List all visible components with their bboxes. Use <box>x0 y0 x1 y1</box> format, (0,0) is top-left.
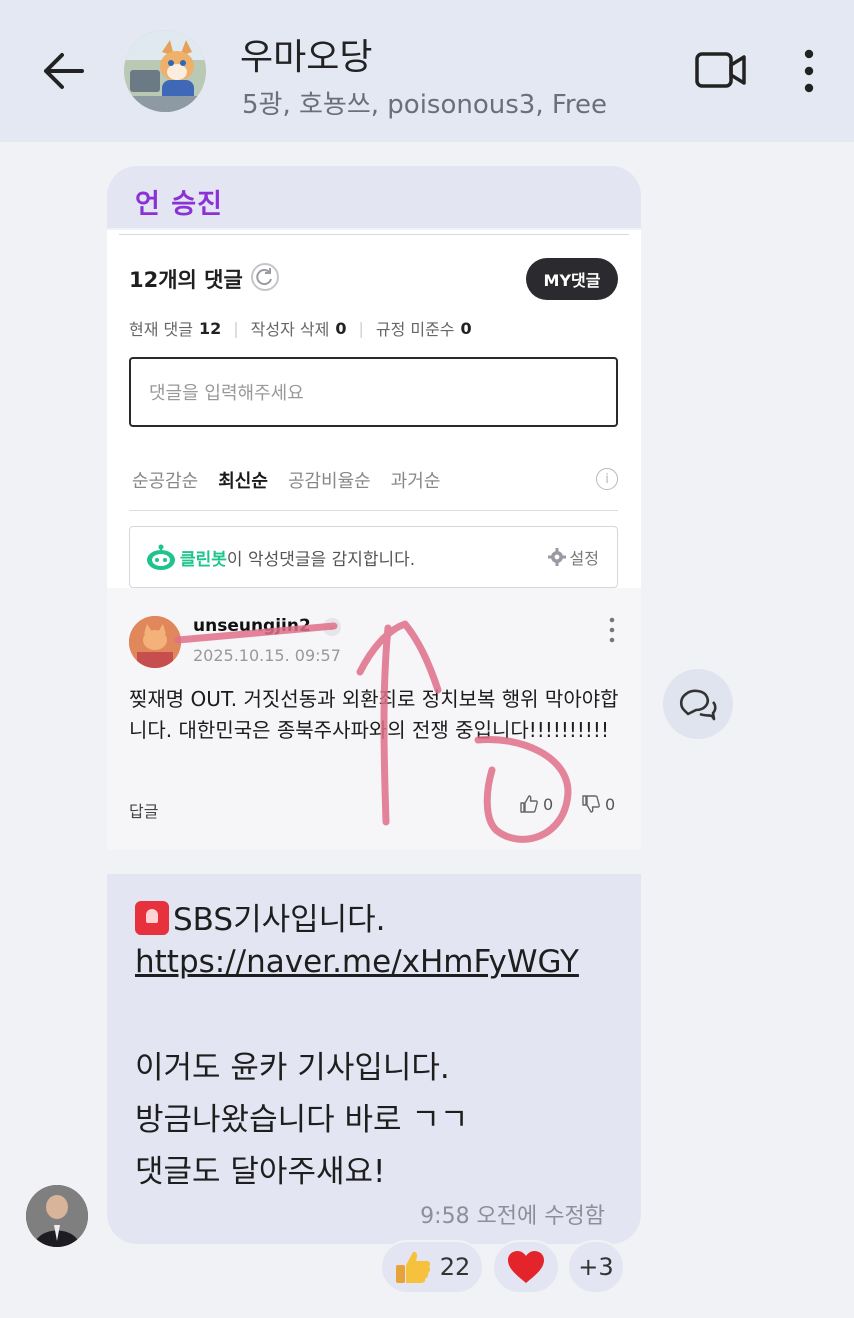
shared-comment-screenshot[interactable]: 12개의 댓글 MY댓글 현재 댓글 12 | 작성자 삭제 0 | 규정 미준… <box>107 230 641 850</box>
sender-name[interactable]: 언 승진 <box>135 182 223 221</box>
sender-avatar[interactable] <box>26 1185 88 1247</box>
more-vertical-icon <box>609 617 615 643</box>
more-reactions-button[interactable]: +3 <box>567 1240 625 1294</box>
info-icon: i <box>596 468 618 490</box>
message-line-1: SBS기사입니다. <box>135 894 386 939</box>
sort-tab: 공감비율순 <box>287 471 371 492</box>
thumbs-down-icon <box>582 795 600 813</box>
comment-text: 찢재명 OUT. 거짓선동과 외환죄로 정치보복 행위 막아야합니다. 대한민국… <box>129 687 619 742</box>
chat-title: 우마오당 <box>240 37 373 78</box>
comment-input: 댓글을 입력해주세요 <box>129 357 618 427</box>
gear-icon <box>547 548 566 566</box>
sort-tab-active: 최신순 <box>218 471 268 492</box>
comment-stats: 현재 댓글 12 | 작성자 삭제 0 | 규정 미준수 0 <box>129 318 472 340</box>
video-call-button[interactable] <box>694 48 748 92</box>
commenter-username: unseungjin2 <box>193 616 311 636</box>
comment-count: 12개의 댓글 <box>129 268 243 292</box>
more-options-button[interactable] <box>796 46 822 96</box>
cleanbot-robot-icon <box>147 544 175 570</box>
message-line-4: 댓글도 달아주새요! <box>135 1154 386 1190</box>
article-link[interactable]: https://naver.me/xHmFyWGY <box>135 944 579 980</box>
chevron-right-icon: › <box>323 618 341 636</box>
siren-emoji-icon <box>135 901 169 935</box>
like-button: 0 <box>519 794 553 814</box>
refresh-icon <box>251 263 279 291</box>
message-line-3: 방금나왔습니다 바로 ㄱㄱ <box>135 1102 469 1138</box>
cleanbot-settings: 설정 <box>547 545 599 569</box>
thumbs-up-icon <box>520 795 538 813</box>
sort-tabs: 순공감순 최신순 공감비율순 과거순 <box>132 467 440 493</box>
sort-tab: 과거순 <box>390 471 441 492</box>
dislike-button: 0 <box>581 794 615 814</box>
divider <box>129 510 618 511</box>
back-button[interactable] <box>38 48 88 94</box>
message-line-2: 이거도 윤카 기사입니다. <box>135 1050 450 1086</box>
reply-link: 답글 <box>129 802 159 821</box>
red-heart-emoji-icon <box>508 1251 544 1283</box>
more-vertical-icon <box>804 49 814 93</box>
cleanbot-text: 클린봇이 악성댓글을 감지합니다. <box>180 550 416 570</box>
message-bubble[interactable]: SBS기사입니다. https://naver.me/xHmFyWGY 이거도 … <box>107 874 641 1244</box>
group-avatar[interactable] <box>124 30 206 112</box>
reply-thread-button[interactable] <box>663 669 733 739</box>
comment-date: 2025.10.15. 09:57 <box>193 646 341 665</box>
cleanbot-banner: 클린봇이 악성댓글을 감지합니다. 설정 <box>129 526 618 588</box>
reaction-thumbs-up[interactable]: 22 <box>380 1240 484 1294</box>
comment-item: unseungjin2 › 2025.10.15. 09:57 찢재명 OUT.… <box>107 588 641 850</box>
video-call-icon <box>695 52 746 88</box>
back-arrow-icon <box>44 53 84 89</box>
my-comments-button: MY댓글 <box>526 258 618 300</box>
reaction-heart[interactable] <box>492 1240 560 1294</box>
cat-avatar-image <box>124 30 206 112</box>
message-timestamp: 9:58 오전에 수정함 <box>420 1204 605 1229</box>
thumbs-up-emoji-icon <box>395 1251 430 1283</box>
divider <box>119 234 629 235</box>
chat-header: 우마오당 5광, 호뇽쓰, poisonous3, Free <box>0 0 854 142</box>
commenter-avatar <box>129 616 181 668</box>
chat-members: 5광, 호뇽쓰, poisonous3, Free <box>242 90 608 120</box>
chat-bubbles-icon <box>679 689 717 721</box>
sort-tab: 순공감순 <box>132 471 199 492</box>
